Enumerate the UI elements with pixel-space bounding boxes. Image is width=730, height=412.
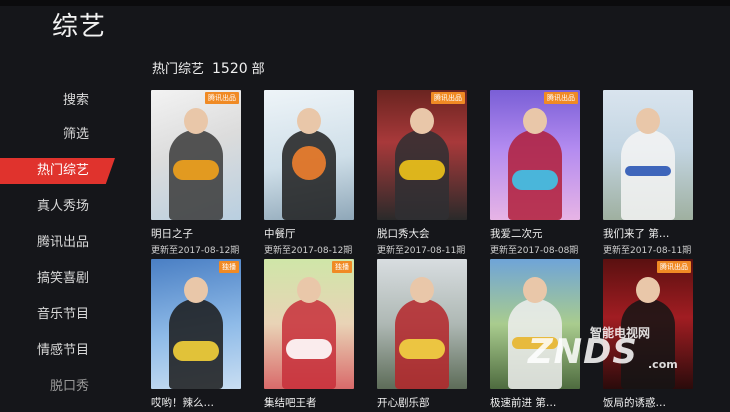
- show-card[interactable]: 开心剧乐部: [377, 259, 467, 412]
- show-poster: [603, 90, 693, 220]
- sidebar-item-talkshow[interactable]: 脱口秀: [0, 374, 115, 400]
- badge: 腾讯出品: [657, 261, 691, 273]
- show-card[interactable]: 独播 哎哟！辣么…: [151, 259, 241, 412]
- show-title: 我爱二次元: [490, 228, 543, 240]
- show-title: 饭局的诱惑…: [603, 397, 666, 409]
- show-poster: [264, 90, 354, 220]
- show-card[interactable]: 腾讯出品 脱口秀大会 更新至2017-08-11期: [377, 90, 467, 256]
- show-update: 更新至2017-08-08期: [490, 246, 579, 256]
- show-card[interactable]: 腾讯出品 我爱二次元 更新至2017-08-08期: [490, 90, 580, 256]
- page-title: 综艺: [52, 12, 107, 42]
- show-title: 集结吧王者: [264, 397, 317, 409]
- screen-bezel: [0, 0, 730, 6]
- badge: 腾讯出品: [544, 92, 578, 104]
- section-unit: 部: [251, 62, 265, 77]
- show-title: 明日之子: [151, 228, 193, 240]
- show-poster: 腾讯出品: [377, 90, 467, 220]
- show-title: 开心剧乐部: [377, 397, 430, 409]
- badge: 独播: [219, 261, 239, 273]
- show-update: 更新至2017-08-11期: [603, 246, 692, 256]
- sidebar-item-reality[interactable]: 真人秀场: [0, 194, 115, 220]
- sidebar-item-music[interactable]: 音乐节目: [0, 302, 115, 328]
- sidebar-item-hot-variety[interactable]: 热门综艺: [0, 158, 115, 184]
- show-card[interactable]: 我们来了 第… 更新至2017-08-11期: [603, 90, 693, 256]
- sidebar-item-search[interactable]: 搜索: [0, 88, 115, 114]
- show-update: 更新至2017-08-12期: [264, 246, 353, 256]
- show-title: 极速前进 第…: [490, 397, 557, 409]
- badge: 独播: [332, 261, 352, 273]
- show-poster: 腾讯出品: [490, 90, 580, 220]
- section-header: 热门综艺 1520 部: [152, 58, 265, 77]
- show-title: 我们来了 第…: [603, 228, 670, 240]
- show-poster: 独播: [264, 259, 354, 389]
- show-update: 更新至2017-08-12期: [151, 246, 240, 256]
- show-title: 脱口秀大会: [377, 228, 430, 240]
- sidebar-item-tencent[interactable]: 腾讯出品: [0, 230, 115, 256]
- sidebar-item-emotion[interactable]: 情感节目: [0, 338, 115, 364]
- show-poster: 独播: [151, 259, 241, 389]
- show-card[interactable]: 独播 集结吧王者: [264, 259, 354, 412]
- show-title: 中餐厅: [264, 228, 296, 240]
- sidebar-item-comedy[interactable]: 搞笑喜剧: [0, 266, 115, 292]
- show-card[interactable]: 腾讯出品 明日之子 更新至2017-08-12期: [151, 90, 241, 256]
- show-card[interactable]: 中餐厅 更新至2017-08-12期: [264, 90, 354, 256]
- badge: 腾讯出品: [431, 92, 465, 104]
- section-title: 热门综艺: [152, 62, 205, 77]
- sidebar-item-filter[interactable]: 筛选: [0, 122, 115, 148]
- section-count: 1520: [212, 61, 248, 77]
- show-title: 哎哟！辣么…: [151, 397, 214, 409]
- show-poster: [377, 259, 467, 389]
- show-update: 更新至2017-08-11期: [377, 246, 466, 256]
- badge: 腾讯出品: [205, 92, 239, 104]
- show-poster: 腾讯出品: [151, 90, 241, 220]
- watermark-logo: 智能电视网 ZNDS .com: [528, 326, 678, 372]
